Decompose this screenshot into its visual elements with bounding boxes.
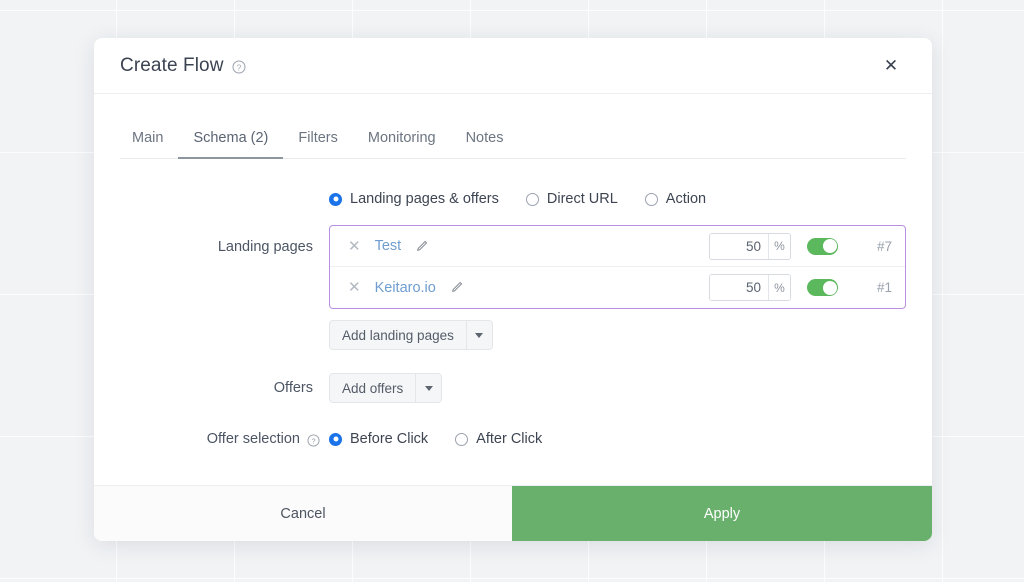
modal-body: Landing pages & offers Direct URL Action… [94,159,932,485]
svg-text:?: ? [311,436,315,445]
add-offers-label: Add offers [342,380,404,396]
landing-pages-label: Landing pages [217,239,313,255]
list-item: ✕ Keitaro.io % #1 [330,267,905,308]
weight-field: % [709,274,791,301]
weight-input[interactable] [710,275,768,300]
close-icon[interactable]: ✕ [348,239,361,254]
percent-suffix: % [768,275,790,300]
offer-selection-label: Offer selection ? [120,429,329,449]
caret-triangle [475,332,484,338]
caret-triangle [424,385,433,391]
add-landing-pages-row: Add landing pages [120,320,906,350]
weight-input[interactable] [710,233,768,259]
radio-indicator [455,432,469,446]
enable-toggle[interactable] [807,237,838,255]
tab-notes[interactable]: Notes [451,124,519,159]
enable-toggle[interactable] [807,279,838,296]
offers-row: Offers Add offers [120,373,906,403]
radio-indicator [329,432,342,446]
question-circle-icon[interactable]: ? [306,433,320,447]
landing-page-id: #1 [876,280,892,295]
chevron-down-icon[interactable] [465,321,492,349]
toggle-knob [822,280,837,295]
tab-schema[interactable]: Schema (2) [178,124,284,159]
apply-button[interactable]: Apply [512,486,932,541]
tab-filters[interactable]: Filters [283,124,352,159]
radio-indicator [329,192,342,206]
close-icon[interactable]: ✕ [876,51,906,81]
schema-type-radio-group: Landing pages & offers Direct URL Action [120,191,906,207]
radio-label: After Click [476,431,543,447]
list-item: ✕ Test % #7 [330,226,905,267]
radio-action[interactable]: Action [644,191,707,207]
offers-label: Offers [273,380,313,396]
question-circle-icon[interactable]: ? [232,60,246,74]
radio-after-click[interactable]: After Click [455,431,542,447]
tabs-container: Main Schema (2) Filters Monitoring Notes [94,124,932,159]
landing-page-name[interactable]: Keitaro.io [375,280,436,296]
chevron-down-icon[interactable] [415,374,441,402]
page-title: Create Flow [120,54,224,76]
svg-text:?: ? [236,63,241,72]
tab-monitoring[interactable]: Monitoring [353,124,451,159]
cancel-button[interactable]: Cancel [94,486,512,541]
modal-footer: Cancel Apply [94,485,932,541]
modal-header: Create Flow ? ✕ [94,38,932,94]
add-landing-pages-label: Add landing pages [342,327,454,343]
pencil-icon[interactable] [415,240,428,253]
tab-main[interactable]: Main [120,124,178,159]
radio-label: Before Click [350,431,429,447]
radio-label: Action [665,191,707,207]
offer-selection-row: Offer selection ? Before Click After Cli… [120,429,906,449]
radio-landing-pages-and-offers[interactable]: Landing pages & offers [329,191,499,207]
close-icon[interactable]: ✕ [348,280,361,295]
tab-list: Main Schema (2) Filters Monitoring Notes [120,124,906,159]
radio-label: Direct URL [546,191,618,207]
landing-pages-row: Landing pages ✕ Test % [120,225,906,309]
radio-indicator [644,192,658,206]
create-flow-modal: Create Flow ? ✕ Main Schema (2) Filters … [94,38,932,541]
radio-direct-url[interactable]: Direct URL [525,191,618,207]
radio-label: Landing pages & offers [350,191,499,207]
add-offers-button[interactable]: Add offers [329,373,443,403]
radio-indicator [525,192,539,206]
weight-field: % [709,232,791,260]
add-landing-pages-button[interactable]: Add landing pages [329,320,493,350]
pencil-icon[interactable] [450,281,463,294]
landing-page-name[interactable]: Test [375,238,402,254]
radio-before-click[interactable]: Before Click [329,431,428,447]
landing-page-id: #7 [876,238,892,254]
offer-selection-label-text: Offer selection [206,431,300,447]
percent-suffix: % [768,233,790,259]
toggle-knob [822,239,837,253]
landing-pages-list: ✕ Test % #7 ✕ [329,225,906,309]
